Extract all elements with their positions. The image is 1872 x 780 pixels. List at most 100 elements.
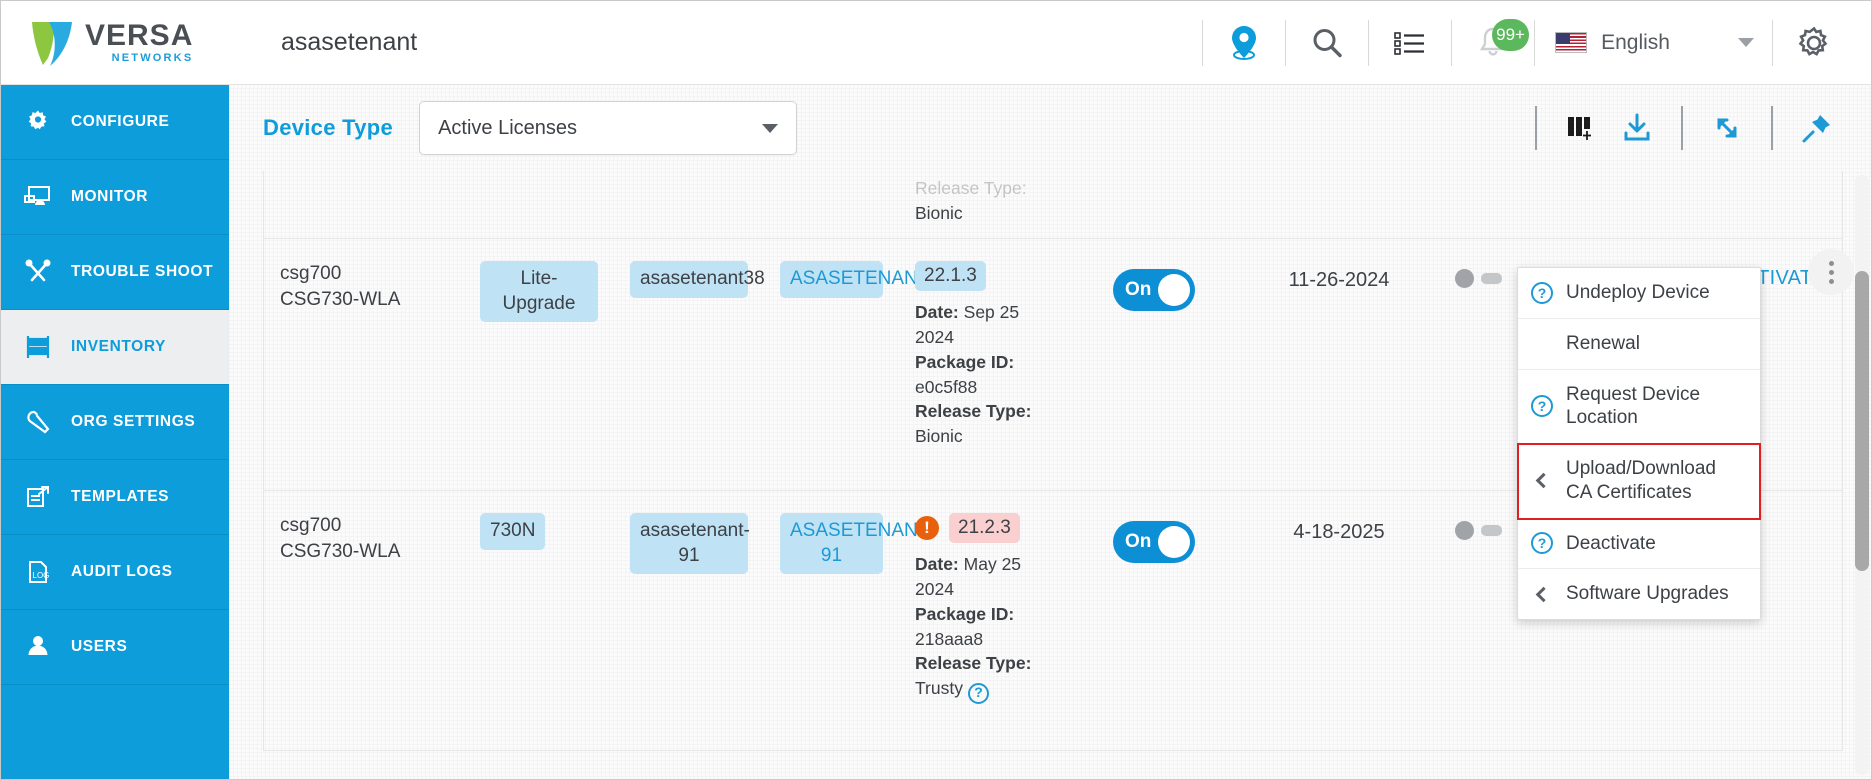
help-circle-icon: ? <box>1530 532 1554 555</box>
cell-version: Release Type: Bionic <box>899 176 1069 238</box>
org-badge: ASASETENANT38 <box>780 261 951 298</box>
list-icon[interactable] <box>1371 1 1449 85</box>
menu-item-upload-download-ca-certificates[interactable]: Upload/Download CA Certificates <box>1517 443 1761 520</box>
version-badge: 21.2.3 <box>949 513 1020 543</box>
divider <box>1285 19 1287 66</box>
cell-org: ASASETENANT-91 <box>764 491 935 750</box>
org-badge: ASASETENANT-91 <box>780 513 935 575</box>
chevron-left-icon <box>1530 472 1554 489</box>
help-circle-icon: ? <box>1530 281 1554 304</box>
row-context-menu: ? Undeploy Device Renewal ? Request Devi… <box>1517 267 1761 620</box>
svg-text:LOG: LOG <box>33 571 50 580</box>
scrollbar-thumb[interactable] <box>1855 271 1869 571</box>
help-circle-icon[interactable]: ? <box>967 682 989 704</box>
versa-logo-text: VERSA NETWORKS <box>85 21 193 64</box>
gear-icon[interactable] <box>1775 1 1853 85</box>
device-name: csg700 CSG730-WLA <box>280 263 401 310</box>
sidebar-item-label: ORG SETTINGS <box>71 413 196 430</box>
divider <box>1451 19 1453 66</box>
versa-logo[interactable]: VERSA NETWORKS <box>1 1 229 85</box>
cell-device-name: csg700 CSG730-WLA <box>264 239 464 490</box>
language-label: English <box>1601 30 1670 54</box>
table-row[interactable]: Release Type: Bionic <box>264 171 1842 239</box>
device-type-value: Active Licenses <box>438 116 578 139</box>
header-actions: 99+ English <box>1200 1 1871 85</box>
sidebar-item-label: INVENTORY <box>71 338 166 355</box>
status-indicators <box>1455 521 1502 540</box>
toggle-label: On <box>1125 531 1152 552</box>
vertical-scrollbar[interactable] <box>1855 175 1869 775</box>
device-state-toggle[interactable]: On <box>1113 269 1195 311</box>
inventory-rack-icon <box>23 332 53 362</box>
device-state-toggle[interactable]: On <box>1113 521 1195 563</box>
date-label: Date: <box>915 554 959 574</box>
help-circle-icon: ? <box>1530 395 1554 418</box>
divider <box>1681 106 1683 150</box>
toggle-knob <box>1158 526 1190 558</box>
divider <box>1535 106 1537 150</box>
sidebar-item-monitor[interactable]: MONITOR <box>1 160 229 235</box>
expand-icon[interactable] <box>1699 100 1755 156</box>
menu-item-request-device-location[interactable]: ? Request Device Location <box>1518 370 1760 444</box>
sidebar-item-label: TROUBLE SHOOT <box>71 263 214 280</box>
sidebar-item-users[interactable]: USERS <box>1 610 229 685</box>
menu-item-deactivate[interactable]: ? Deactivate <box>1518 519 1760 570</box>
sidebar-item-label: CONFIGURE <box>71 113 170 130</box>
columns-icon[interactable] <box>1553 100 1609 156</box>
cell-version: ! 21.2.3 Date: May 25 2024 Package ID: 2… <box>899 491 1069 750</box>
sidebar-item-templates[interactable]: TEMPLATES <box>1 460 229 535</box>
search-icon[interactable] <box>1288 1 1366 85</box>
package-label: Package ID: <box>915 603 1015 624</box>
sidebar-item-org-settings[interactable]: ORG SETTINGS <box>1 385 229 460</box>
status-bar-icon <box>1481 273 1502 284</box>
row-menu-button[interactable] <box>1808 249 1854 295</box>
location-pin-icon[interactable] <box>1205 1 1283 85</box>
menu-item-label: Deactivate <box>1566 532 1656 554</box>
cell-model: Lite-Upgrade <box>464 239 614 490</box>
menu-item-undeploy-device[interactable]: ? Undeploy Device <box>1518 268 1760 319</box>
package-value: e0c5f88 <box>915 376 978 397</box>
notification-badge: 99+ <box>1492 18 1529 51</box>
brand-name: VERSA <box>85 19 194 52</box>
download-icon[interactable] <box>1609 100 1665 156</box>
tenant-badge: asasetenant38 <box>630 261 765 298</box>
sidebar-item-audit-logs[interactable]: LOG AUDIT LOGS <box>1 535 229 610</box>
divider <box>1772 19 1773 66</box>
us-flag-icon <box>1555 32 1588 53</box>
device-type-label: Device Type <box>263 115 394 140</box>
menu-item-label: Upload/Download CA Certificates <box>1566 458 1716 503</box>
app-header: VERSA NETWORKS asasetenant 99+ English <box>1 1 1871 85</box>
version-row: 22.1.3 <box>915 261 986 291</box>
toggle-label: On <box>1125 279 1152 300</box>
monitor-icon <box>23 182 53 212</box>
divider <box>1202 19 1204 66</box>
status-indicators <box>1455 269 1502 288</box>
version-badge: 22.1.3 <box>915 261 986 291</box>
sidebar-item-label: TEMPLATES <box>71 488 170 505</box>
cell-tenant: asasetenant38 <box>614 239 765 490</box>
menu-item-label: Software Upgrades <box>1566 583 1729 605</box>
language-selector[interactable]: English <box>1537 1 1770 85</box>
cell-model: 730N <box>464 491 614 750</box>
model-badge: Lite-Upgrade <box>480 261 598 323</box>
sidebar-item-label: MONITOR <box>71 188 149 205</box>
device-type-select[interactable]: Active Licenses <box>419 101 798 155</box>
cell-state: On <box>1069 491 1239 750</box>
menu-item-software-upgrades[interactable]: Software Upgrades <box>1518 569 1760 619</box>
wrench-icon <box>23 407 53 437</box>
sidebar-item-trouble-shoot[interactable]: TROUBLE SHOOT <box>1 235 229 310</box>
release-label: Release Type: <box>915 653 1032 674</box>
cell-state: On <box>1069 239 1239 490</box>
sidebar-item-inventory[interactable]: INVENTORY <box>1 310 229 385</box>
menu-item-renewal[interactable]: Renewal <box>1518 319 1760 370</box>
sidebar-item-configure[interactable]: CONFIGURE <box>1 85 229 160</box>
gear-icon <box>23 107 53 137</box>
pin-icon[interactable] <box>1789 100 1845 156</box>
expiry-date: 4-18-2025 <box>1293 521 1385 543</box>
cell-version: 22.1.3 Date: Sep 25 2024 Package ID: e0c… <box>899 239 1069 490</box>
notification-bell-icon[interactable]: 99+ <box>1454 1 1532 85</box>
app-root: VERSA NETWORKS asasetenant 99+ English C… <box>0 0 1872 780</box>
toggle-knob <box>1158 274 1190 306</box>
divider <box>1534 19 1536 66</box>
main-content: Device Type Active Licenses Release Type… <box>229 85 1871 779</box>
